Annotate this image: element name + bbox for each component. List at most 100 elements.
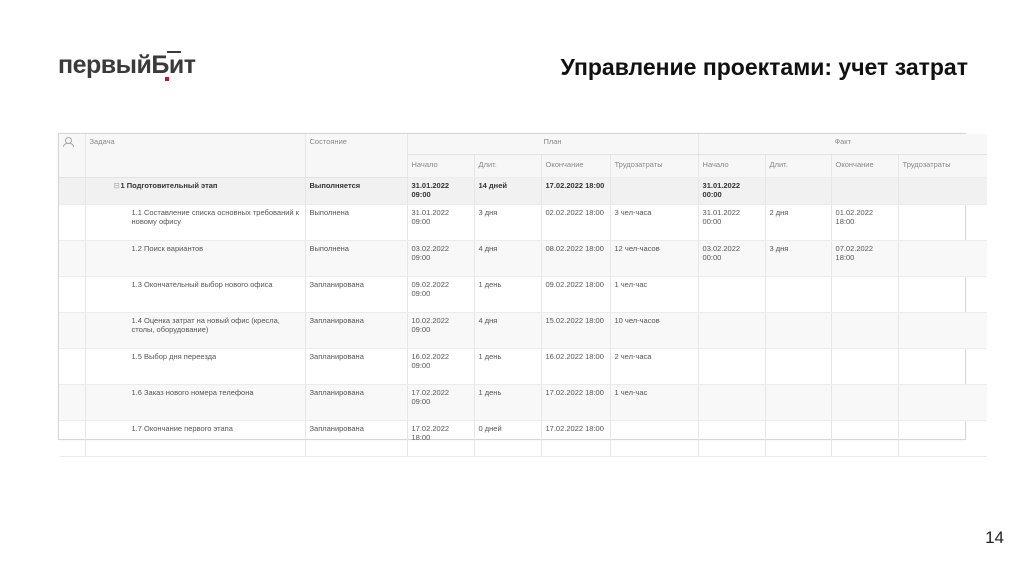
fact-start-cell — [697, 420, 766, 457]
plan-effort-cell — [609, 177, 699, 205]
fact-end-cell — [830, 384, 899, 421]
fact-start-cell: 03.02.2022 00:00 — [697, 240, 766, 277]
fact-duration-cell — [764, 177, 832, 205]
plan-start-cell: 16.02.2022 09:00 — [406, 348, 474, 385]
task-name: 1.7 Окончание первого этапа — [84, 420, 305, 457]
fact-start-cell: 31.01.2022 00:00 — [697, 177, 766, 205]
plan-end-cell: 08.02.2022 18:00 — [540, 240, 610, 277]
status-cell: Запланирована — [304, 312, 407, 349]
status-cell: Выполнена — [304, 204, 407, 241]
plan-group-header: План — [406, 134, 699, 155]
collapse-marker-icon[interactable]: ⊟ — [114, 181, 121, 190]
fact-duration-cell — [764, 384, 832, 421]
fact-effort-cell — [897, 420, 988, 457]
plan-duration-cell: 1 день — [473, 348, 541, 385]
fact-duration-cell — [764, 348, 832, 385]
status-cell: Запланирована — [304, 348, 407, 385]
fact-effort-header[interactable]: Трудозатраты — [897, 154, 988, 178]
plan-start-cell: 09.02.2022 09:00 — [406, 276, 474, 313]
table-row[interactable]: 1.3 Окончательный выбор нового офиса Зап… — [59, 276, 988, 313]
task-column-header[interactable]: Задача — [84, 134, 305, 178]
fact-duration-cell — [764, 420, 832, 457]
fact-group-header: Факт — [697, 134, 988, 155]
fact-effort-cell — [897, 384, 988, 421]
page-number: 14 — [985, 528, 1004, 547]
plan-end-cell: 15.02.2022 18:00 — [540, 312, 610, 349]
fact-effort-cell — [897, 348, 988, 385]
fact-start-header[interactable]: Начало — [697, 154, 766, 178]
plan-start-cell: 17.02.2022 18:00 — [406, 420, 474, 457]
plan-end-header[interactable]: Окончание — [540, 154, 610, 178]
fact-end-header[interactable]: Окончание — [830, 154, 899, 178]
plan-start-cell: 31.01.2022 09:00 — [406, 177, 474, 205]
user-column-header[interactable] — [59, 134, 85, 178]
fact-start-cell — [697, 348, 766, 385]
plan-duration-cell: 3 дня — [473, 204, 541, 241]
plan-duration-cell: 0 дней — [473, 420, 541, 457]
fact-effort-cell — [897, 312, 988, 349]
project-table-panel: Задача Состояние План Факт Начало Длит. … — [58, 133, 988, 457]
plan-start-cell: 10.02.2022 09:00 — [406, 312, 474, 349]
plan-duration-cell: 14 дней — [473, 177, 541, 205]
status-cell: Выполнена — [304, 240, 407, 277]
project-cost-table: Задача Состояние План Факт Начало Длит. … — [59, 134, 988, 457]
slide-title: Управление проектами: учет затрат — [560, 54, 968, 80]
fact-end-cell — [830, 420, 899, 457]
status-cell: Выполняется — [304, 177, 407, 205]
plan-duration-cell: 1 день — [473, 384, 541, 421]
fact-end-cell: 01.02.2022 18:00 — [830, 204, 899, 241]
fact-start-cell — [697, 312, 766, 349]
plan-start-cell: 31.01.2022 09:00 — [406, 204, 474, 241]
table-row[interactable]: 1.7 Окончание первого этапа Запланирован… — [59, 420, 988, 457]
fact-end-cell — [830, 312, 899, 349]
table-row[interactable]: 1.1 Составление списка основных требован… — [59, 204, 988, 241]
status-cell: Запланирована — [304, 276, 407, 313]
plan-duration-cell: 4 дня — [473, 312, 541, 349]
table-row[interactable]: 1.5 Выбор дня переезда Запланирована 16.… — [59, 348, 988, 385]
plan-start-cell: 03.02.2022 09:00 — [406, 240, 474, 277]
task-name: 1 Подготовительный этап — [120, 181, 218, 190]
fact-effort-cell — [897, 276, 988, 313]
plan-duration-cell: 1 день — [473, 276, 541, 313]
plan-duration-header[interactable]: Длит. — [473, 154, 541, 178]
plan-end-cell: 16.02.2022 18:00 — [540, 348, 610, 385]
task-name: 1.4 Оценка затрат на новый офис (кресла,… — [84, 312, 305, 349]
table-row[interactable]: 1.2 Поиск вариантов Выполнена 03.02.2022… — [59, 240, 988, 277]
plan-effort-cell: 3 чел-часа — [609, 204, 699, 241]
task-name: 1.2 Поиск вариантов — [84, 240, 305, 277]
plan-start-header[interactable]: Начало — [406, 154, 474, 178]
fact-duration-cell — [764, 276, 832, 313]
plan-effort-cell: 1 чел-час — [609, 276, 699, 313]
status-cell: Запланирована — [304, 384, 407, 421]
user-icon — [63, 137, 74, 147]
plan-end-cell: 17.02.2022 18:00 — [540, 177, 610, 205]
plan-effort-cell: 1 чел-час — [609, 384, 699, 421]
plan-end-cell: 17.02.2022 18:00 — [540, 384, 610, 421]
fact-start-cell — [697, 384, 766, 421]
fact-end-cell — [830, 348, 899, 385]
plan-effort-cell: 12 чел-часов — [609, 240, 699, 277]
fact-end-cell — [830, 276, 899, 313]
fact-duration-cell: 2 дня — [764, 204, 832, 241]
table-row[interactable]: 1.6 Заказ нового номера телефона Заплани… — [59, 384, 988, 421]
fact-duration-header[interactable]: Длит. — [764, 154, 832, 178]
task-name: 1.1 Составление списка основных требован… — [84, 204, 305, 241]
plan-effort-cell: 2 чел-часа — [609, 348, 699, 385]
fact-start-cell — [697, 276, 766, 313]
plan-effort-cell — [609, 420, 699, 457]
fact-duration-cell — [764, 312, 832, 349]
status-column-header[interactable]: Состояние — [304, 134, 407, 178]
table-row[interactable]: 1.4 Оценка затрат на новый офис (кресла,… — [59, 312, 988, 349]
table-row-group[interactable]: ⊟1 Подготовительный этап Выполняется 31.… — [59, 177, 988, 205]
task-name: 1.3 Окончательный выбор нового офиса — [84, 276, 305, 313]
fact-effort-cell — [897, 204, 988, 241]
fact-start-cell: 31.01.2022 00:00 — [697, 204, 766, 241]
fact-end-cell — [830, 177, 899, 205]
plan-end-cell: 09.02.2022 18:00 — [540, 276, 610, 313]
plan-duration-cell: 4 дня — [473, 240, 541, 277]
plan-effort-cell: 10 чел-часов — [609, 312, 699, 349]
status-cell: Запланирована — [304, 420, 407, 457]
plan-effort-header[interactable]: Трудозатраты — [609, 154, 699, 178]
plan-end-cell: 17.02.2022 18:00 — [540, 420, 610, 457]
plan-start-cell: 17.02.2022 09:00 — [406, 384, 474, 421]
